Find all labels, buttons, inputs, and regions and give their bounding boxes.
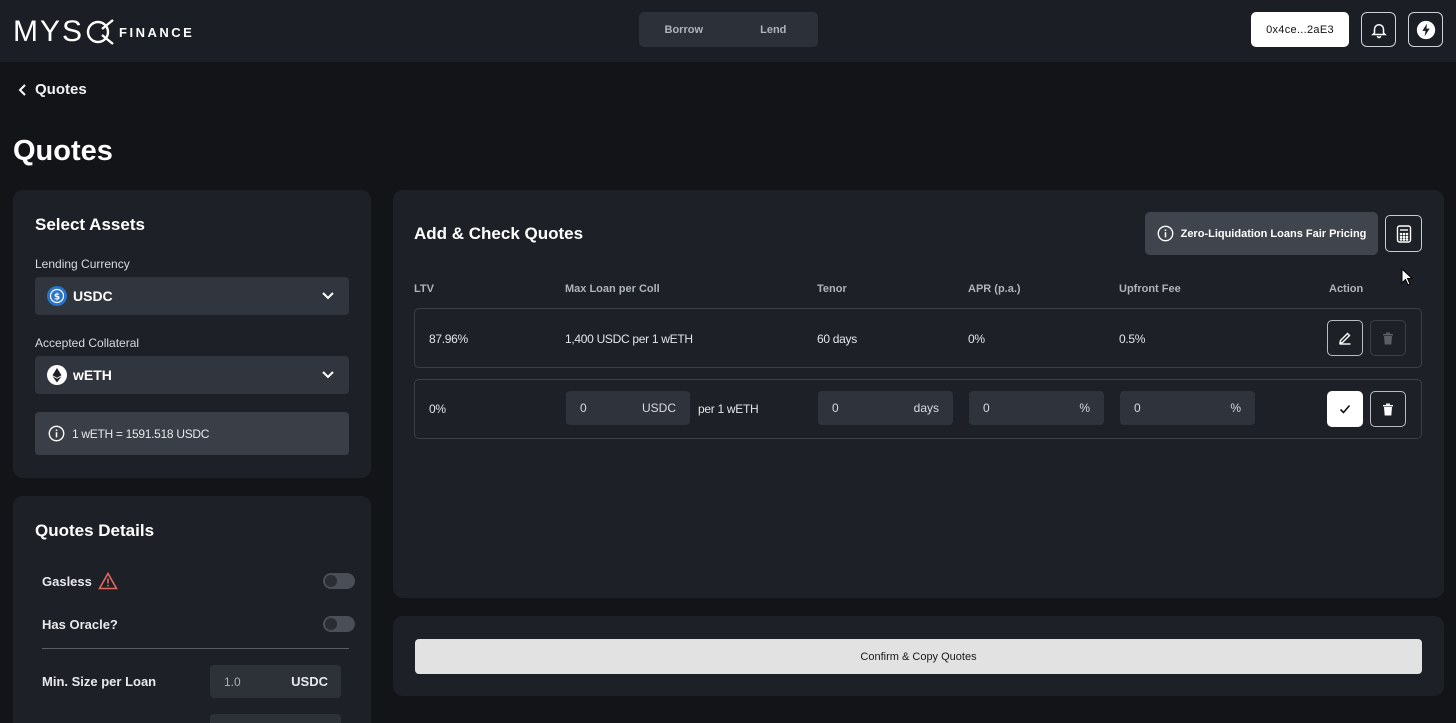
gasless-label: Gasless [42, 573, 92, 589]
apr-input[interactable]: 0 % [969, 391, 1104, 425]
collateral-value: wETH [73, 367, 112, 383]
lending-currency-value: USDC [73, 288, 113, 304]
next-field-input[interactable] [210, 714, 341, 723]
quotes-title: Add & Check Quotes [414, 224, 584, 243]
upfront-fee-input-value: 0 [1134, 401, 1141, 415]
delete-quote-button[interactable] [1370, 320, 1406, 356]
apr-input-value: 0 [983, 401, 990, 415]
max-loan-input-unit: USDC [641, 401, 676, 415]
quote-row: 87.96% 1,400 USDC per 1 wETH 60 days 0% … [414, 308, 1422, 368]
column-header-ltv: LTV [414, 283, 434, 295]
upfront-fee-input[interactable]: 0 % [1120, 391, 1255, 425]
lightning-icon [1416, 20, 1435, 39]
quote-tenor: 60 days [817, 332, 857, 346]
collateral-label: Accepted Collateral [35, 336, 140, 350]
quotes-details-title: Quotes Details [35, 521, 155, 540]
tab-borrow[interactable]: Borrow [639, 12, 729, 47]
borrow-lend-switcher: Borrow Lend [639, 12, 818, 47]
check-icon [1339, 404, 1351, 414]
column-header-upfront-fee: Upfront Fee [1119, 283, 1181, 295]
logo-wordmark: MYS [13, 15, 85, 48]
notifications-button[interactable] [1361, 12, 1396, 47]
quote-max-loan: 1,400 USDC per 1 wETH [565, 332, 693, 346]
select-assets-card: Select Assets Lending Currency $ USDC Ac… [13, 190, 371, 478]
min-size-label: Min. Size per Loan [42, 673, 157, 689]
divider [42, 648, 349, 649]
oracle-row: Has Oracle? [42, 612, 355, 636]
oracle-label: Has Oracle? [42, 616, 118, 632]
select-assets-title: Select Assets [35, 215, 145, 234]
warning-icon [98, 572, 118, 590]
max-loan-input[interactable]: 0 USDC [566, 391, 690, 425]
discard-quote-button[interactable] [1370, 391, 1406, 427]
trash-icon [1383, 332, 1393, 344]
save-quote-button[interactable] [1327, 391, 1363, 427]
tenor-input[interactable]: 0 days [818, 391, 953, 425]
bell-icon [1370, 23, 1387, 38]
network-button[interactable] [1408, 12, 1443, 47]
confirm-copy-quotes-button[interactable]: Confirm & Copy Quotes [415, 639, 1422, 674]
logo-mark-icon [86, 19, 114, 45]
tab-lend[interactable]: Lend [729, 12, 819, 47]
confirm-card: Confirm & Copy Quotes [393, 616, 1444, 696]
trash-icon [1383, 403, 1393, 415]
tenor-input-unit: days [913, 401, 939, 415]
weth-icon [47, 365, 67, 385]
column-header-max-loan: Max Loan per Coll [565, 283, 660, 295]
upfront-fee-input-unit: % [1230, 401, 1241, 415]
min-size-value: 1.0 [224, 674, 241, 689]
quote-ltv: 87.96% [429, 332, 468, 346]
chevron-down-icon [322, 292, 334, 300]
apr-input-unit: % [1079, 401, 1090, 415]
per-collateral-text: per 1 wETH [698, 402, 759, 416]
info-icon [1157, 225, 1173, 242]
mouse-cursor-icon [1401, 268, 1413, 286]
back-link[interactable]: Quotes [18, 81, 87, 98]
quotes-details-card: Quotes Details Gasless Has Oracle? Min. … [13, 496, 371, 723]
chevron-down-icon [322, 371, 334, 379]
edit-quote-button[interactable] [1327, 320, 1363, 356]
column-header-action: Action [1329, 283, 1364, 295]
logo-suffix: FINANCE [119, 24, 195, 40]
quote-apr: 0% [968, 332, 985, 346]
svg-text:$: $ [54, 293, 60, 303]
fair-pricing-label: Zero-Liquidation Loans Fair Pricing [1180, 227, 1367, 240]
back-link-label: Quotes [35, 81, 87, 98]
calculator-button[interactable] [1385, 215, 1422, 252]
collateral-select[interactable]: wETH [35, 356, 349, 394]
top-navigation-bar: MYS FINANCE Borrow Lend 0x4ce...2aE3 [0, 0, 1456, 62]
min-size-input[interactable]: 1.0 USDC [210, 665, 341, 698]
exchange-rate-text: 1 wETH = 1591.518 USDC [72, 426, 210, 441]
chevron-left-icon [18, 83, 26, 96]
new-quote-ltv: 0% [429, 402, 446, 416]
gasless-row: Gasless [42, 569, 355, 593]
page-title: Quotes [13, 135, 113, 167]
quote-upfront-fee: 0.5% [1119, 332, 1146, 346]
pencil-icon [1339, 332, 1351, 345]
calculator-icon [1396, 224, 1411, 243]
min-size-unit: USDC [291, 674, 328, 689]
fair-pricing-button[interactable]: Zero-Liquidation Loans Fair Pricing [1145, 212, 1378, 255]
gasless-toggle[interactable] [323, 573, 355, 589]
usdc-icon: $ [47, 286, 67, 306]
lending-currency-label: Lending Currency [35, 257, 130, 271]
column-header-tenor: Tenor [817, 283, 847, 295]
column-header-apr: APR (p.a.) [968, 283, 1021, 295]
exchange-rate-info: 1 wETH = 1591.518 USDC [35, 412, 349, 455]
wallet-address-button[interactable]: 0x4ce...2aE3 [1251, 12, 1349, 47]
tenor-input-value: 0 [832, 401, 839, 415]
new-quote-row: 0% 0 USDC per 1 wETH 0 days 0 % 0 % [414, 379, 1422, 439]
max-loan-input-value: 0 [580, 401, 587, 415]
lending-currency-select[interactable]: $ USDC [35, 277, 349, 315]
add-check-quotes-card: Add & Check Quotes Zero-Liquidation Loan… [393, 190, 1444, 598]
info-icon [48, 425, 65, 442]
logo[interactable]: MYS FINANCE [13, 15, 194, 49]
oracle-toggle[interactable] [323, 616, 355, 632]
